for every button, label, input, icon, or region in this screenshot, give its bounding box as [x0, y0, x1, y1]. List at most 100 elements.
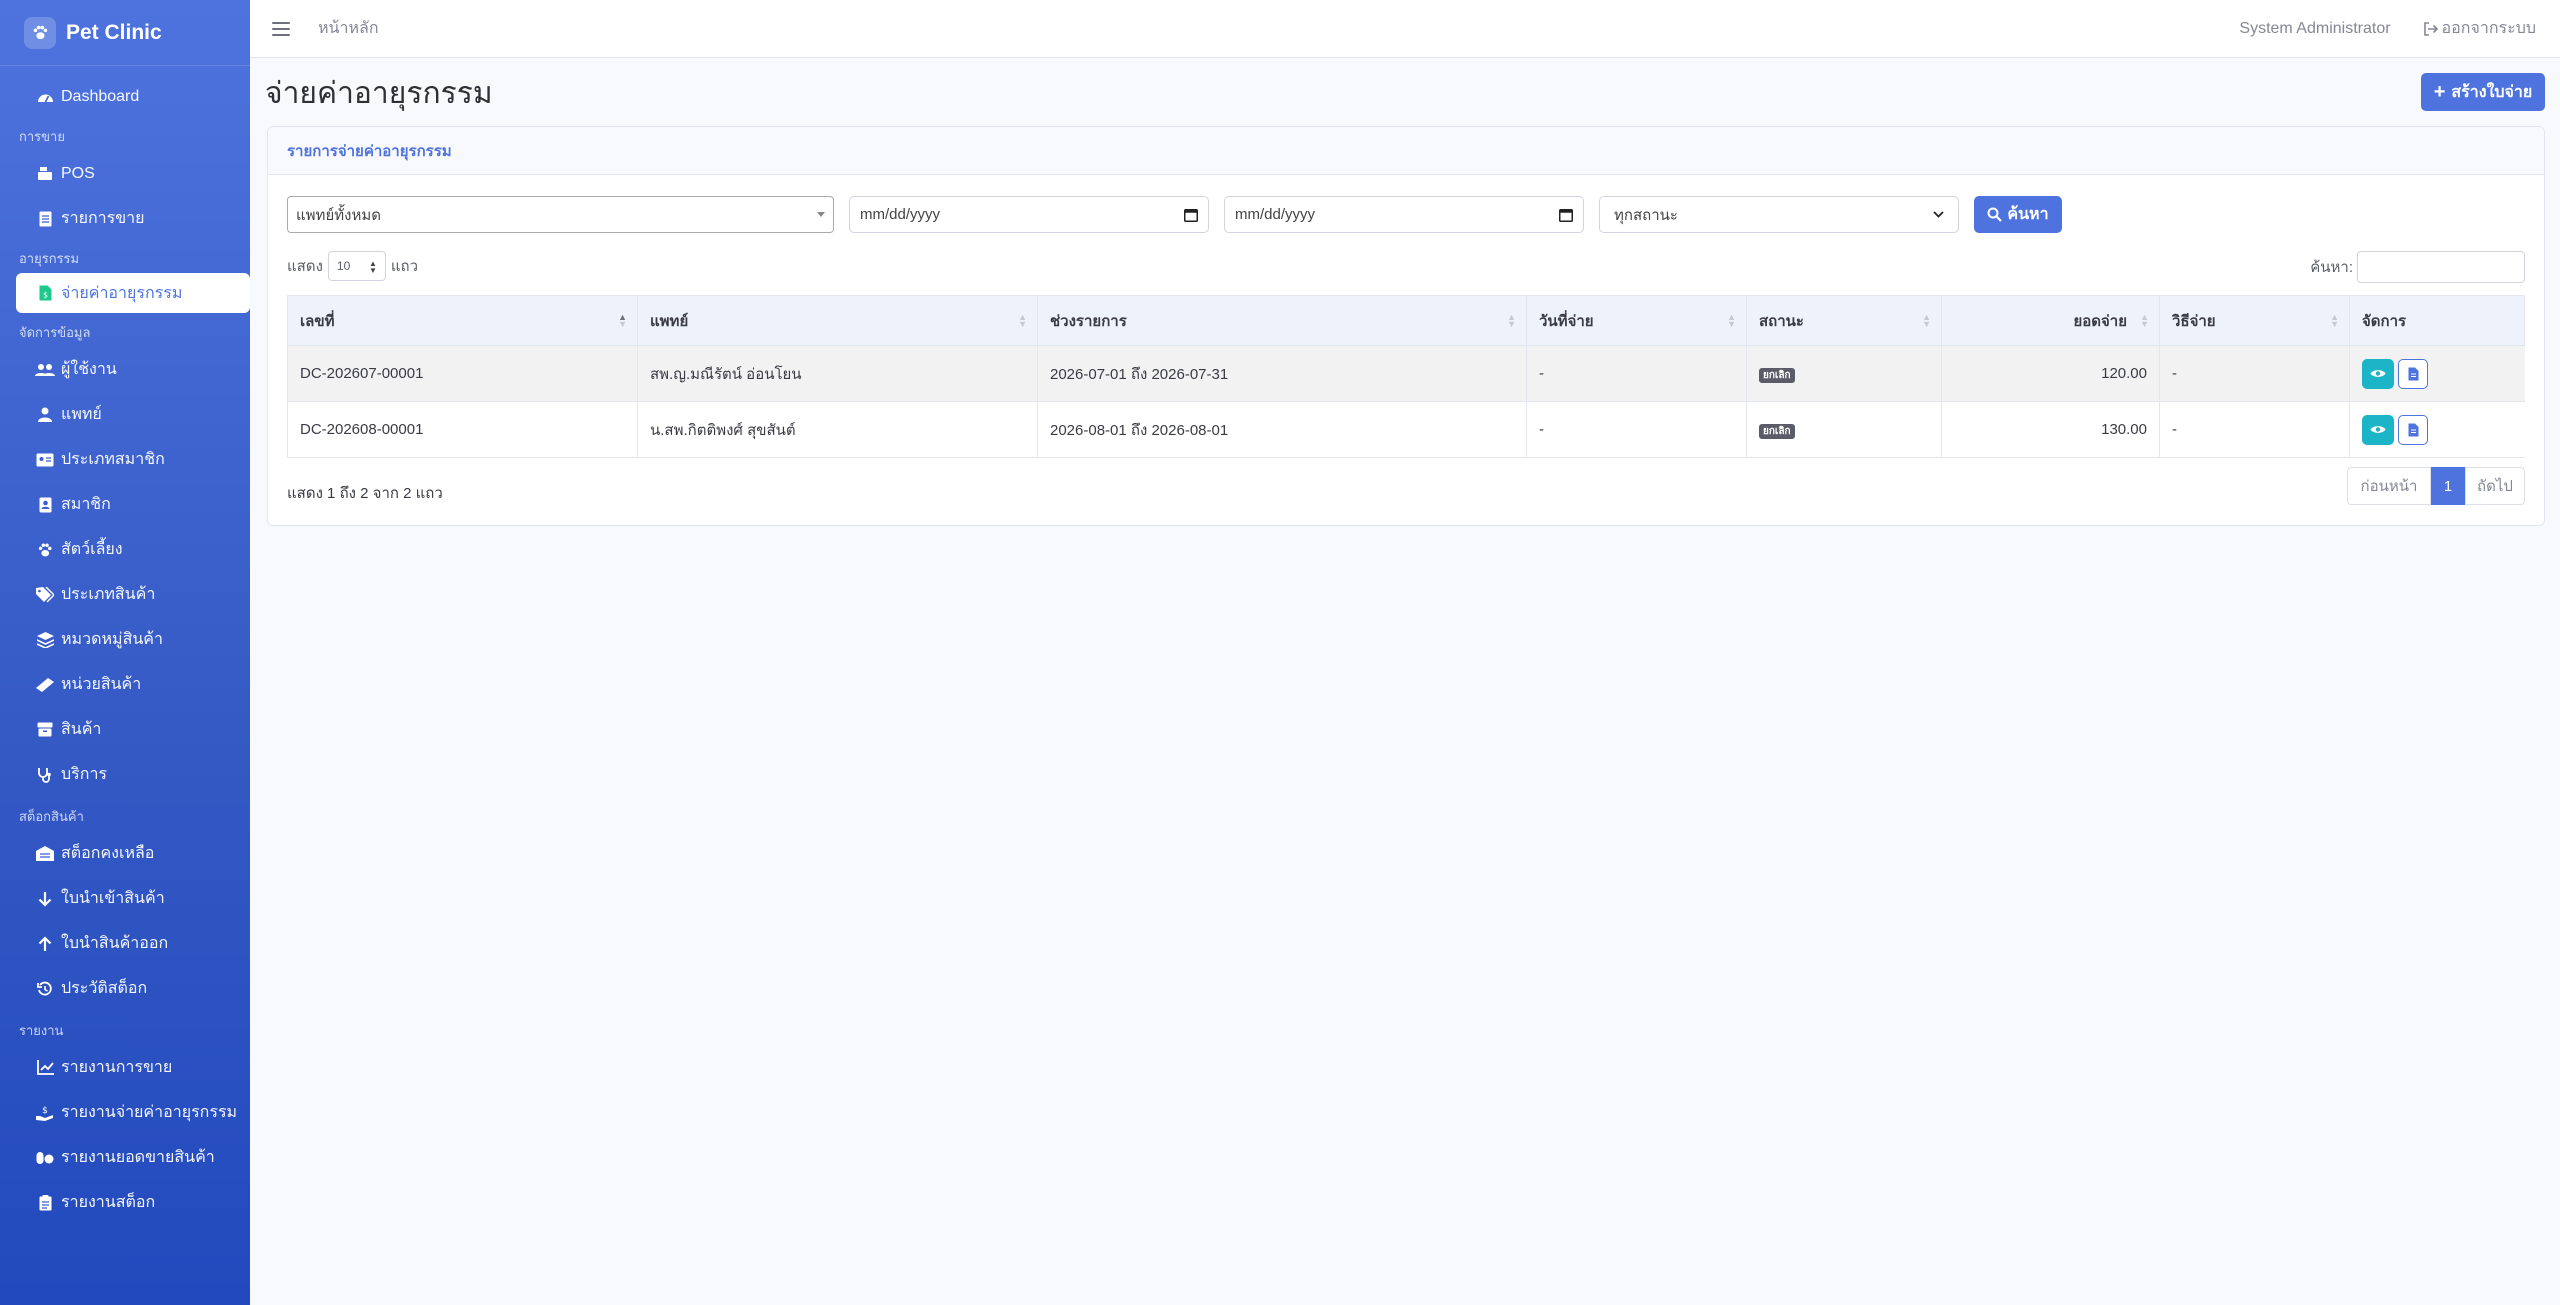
- sidebar-item-label: ประเภทสินค้า: [61, 586, 156, 603]
- brand-title: Pet Clinic: [66, 20, 162, 44]
- cell-actions: [2349, 401, 2525, 458]
- sidebar-item-report-medicine-pay[interactable]: $ รายงานจ่ายค่าอายุรกรรม: [0, 1090, 250, 1135]
- page-length-select[interactable]: 10 ▲ ▼: [327, 251, 386, 281]
- cell-period: 2026-07-01 ถึง 2026-07-31: [1037, 345, 1527, 402]
- file-pdf-icon: [2408, 423, 2418, 436]
- sort-icon: ▲ ▼: [1507, 312, 1516, 329]
- sidebar-item-label: สต็อกคงเหลือ: [61, 845, 155, 862]
- pdf-button[interactable]: [2398, 414, 2428, 445]
- view-button[interactable]: [2362, 358, 2394, 389]
- status-badge: ยกเลิก: [1759, 367, 1795, 383]
- cell-doctor: น.สพ.กิตติพงศ์ สุขสันต์: [637, 401, 1038, 458]
- search-button[interactable]: ค้นหา: [1974, 196, 2062, 233]
- col-header-doctor[interactable]: แพทย์ ▲ ▼: [637, 295, 1038, 346]
- payments-card: รายการจ่ายค่าอายุรกรรม แพทย์ทั้งหมด mm/d…: [267, 126, 2545, 526]
- sidebar-item-services[interactable]: บริการ: [0, 752, 250, 797]
- sidebar: Pet Clinic Dashboard การขาย POS รายการขา…: [0, 0, 250, 1305]
- arrow-up-icon: [35, 934, 55, 954]
- table-search-input[interactable]: [2357, 251, 2525, 283]
- sidebar-item-users[interactable]: ผู้ใช้งาน: [0, 347, 250, 392]
- receipt-icon: [35, 209, 55, 229]
- doctor-select[interactable]: แพทย์ทั้งหมด: [287, 196, 834, 233]
- sort-icon: ▲ ▼: [1922, 312, 1931, 329]
- status-select[interactable]: ทุกสถานะ: [1599, 196, 1959, 233]
- date-to-input[interactable]: mm/dd/yyyy: [1224, 196, 1584, 233]
- prev-page-button[interactable]: ก่อนหน้า: [2347, 467, 2431, 505]
- sidebar-item-stock-in[interactable]: ใบนำเข้าสินค้า: [0, 876, 250, 921]
- date-from-placeholder: mm/dd/yyyy: [860, 206, 941, 223]
- cell-paid-date: -: [1526, 401, 1747, 458]
- sidebar-item-label: รายงานจ่ายค่าอายุรกรรม: [61, 1104, 238, 1121]
- date-from-input[interactable]: mm/dd/yyyy: [849, 196, 1209, 233]
- cell-status: ยกเลิก: [1746, 345, 1942, 402]
- logout-label: ออกจากระบบ: [2441, 20, 2536, 37]
- doctor-select-value: แพทย์ทั้งหมด: [296, 206, 381, 224]
- length-suffix: แถว: [390, 258, 419, 275]
- sidebar-item-doctors[interactable]: แพทย์: [0, 392, 250, 437]
- pdf-button[interactable]: [2398, 358, 2428, 389]
- sidebar-item-pets[interactable]: สัตว์เลี้ยง: [0, 527, 250, 572]
- create-button-label: สร้างใบจ่าย: [2451, 83, 2533, 101]
- page-1-button[interactable]: 1: [2431, 467, 2465, 505]
- sidebar-item-member-types[interactable]: ประเภทสมาชิก: [0, 437, 250, 482]
- box-icon: [35, 720, 55, 740]
- view-button[interactable]: [2362, 414, 2394, 445]
- sidebar-item-report-stock[interactable]: รายงานสต็อก: [0, 1180, 250, 1225]
- status-select-value: ทุกสถานะ: [1614, 206, 1678, 224]
- home-link[interactable]: หน้าหลัก: [318, 16, 379, 41]
- sidebar-item-dashboard[interactable]: Dashboard: [0, 74, 250, 119]
- layer-group-icon: [35, 630, 55, 650]
- col-header-no[interactable]: เลขที่ ▲ ▼: [287, 295, 638, 346]
- col-header-period[interactable]: ช่วงรายการ ▲ ▼: [1037, 295, 1527, 346]
- card-title: รายการจ่ายค่าอายุรกรรม: [268, 127, 2544, 175]
- file-invoice-dollar-icon: $: [35, 283, 55, 303]
- search-button-label: ค้นหา: [2007, 206, 2049, 223]
- logout-button[interactable]: ออกจากระบบ: [2423, 16, 2536, 41]
- menu-toggle-icon[interactable]: [272, 21, 290, 36]
- sidebar-item-label: ผู้ใช้งาน: [61, 361, 117, 378]
- sidebar-item-product-units[interactable]: หน่วยสินค้า: [0, 662, 250, 707]
- sidebar-item-products[interactable]: สินค้า: [0, 707, 250, 752]
- col-header-actions: จัดการ: [2349, 295, 2525, 346]
- col-header-paid-date[interactable]: วันที่จ่าย ▲ ▼: [1526, 295, 1747, 346]
- page-length-value: 10: [336, 259, 351, 273]
- create-payment-button[interactable]: + สร้างใบจ่าย: [2421, 73, 2545, 111]
- warehouse-icon: [35, 844, 55, 864]
- sidebar-item-members[interactable]: สมาชิก: [0, 482, 250, 527]
- pagination: ก่อนหน้า 1 ถัดไป: [2347, 467, 2525, 505]
- sidebar-item-pos[interactable]: POS: [0, 151, 250, 196]
- sidebar-item-report-sales[interactable]: รายงานการขาย: [0, 1045, 250, 1090]
- col-header-method[interactable]: วิธีจ่าย ▲ ▼: [2159, 295, 2350, 346]
- sidebar-item-report-product-sales[interactable]: รายงานยอดขายสินค้า: [0, 1135, 250, 1180]
- sidebar-item-sales-list[interactable]: รายการขาย: [0, 196, 250, 241]
- svg-text:$: $: [42, 1106, 48, 1116]
- sidebar-item-stock-balance[interactable]: สต็อกคงเหลือ: [0, 831, 250, 876]
- nav-heading-medicine: อายุรกรรม: [19, 251, 80, 266]
- history-icon: [35, 979, 55, 999]
- paw-icon: [24, 16, 56, 49]
- sort-icon: ▲ ▼: [618, 312, 627, 329]
- user-name[interactable]: System Administrator: [2239, 20, 2390, 38]
- sidebar-item-product-categories[interactable]: หมวดหมู่สินค้า: [0, 617, 250, 662]
- cell-no: DC-202608-00001: [287, 401, 638, 458]
- sidebar-item-product-types[interactable]: ประเภทสินค้า: [0, 572, 250, 617]
- sidebar-item-label: ใบนำสินค้าออก: [61, 935, 169, 952]
- sidebar-item-label: รายงานสต็อก: [61, 1194, 156, 1211]
- sidebar-item-medicine-pay[interactable]: $ จ่ายค่าอายุรกรรม: [16, 273, 250, 313]
- sidebar-item-stock-history[interactable]: ประวัติสต็อก: [0, 966, 250, 1011]
- tags-icon: [35, 585, 55, 605]
- sidebar-item-label: หน่วยสินค้า: [61, 676, 142, 693]
- nav-heading-report: รายงาน: [19, 1023, 64, 1038]
- brand[interactable]: Pet Clinic: [0, 0, 250, 66]
- nav-heading-sales: การขาย: [19, 129, 65, 144]
- clipboard-list-icon: [35, 1193, 55, 1213]
- col-header-status[interactable]: สถานะ ▲ ▼: [1746, 295, 1942, 346]
- paw-icon: [35, 540, 55, 560]
- next-page-button[interactable]: ถัดไป: [2465, 467, 2525, 505]
- cell-doctor: สพ.ญ.มณีรัตน์ อ่อนโยน: [637, 345, 1038, 402]
- table-header-row: เลขที่ ▲ ▼ แพทย์ ▲ ▼ ช่วงรายการ ▲ ▼ วันที่จ่าย…: [287, 295, 2525, 346]
- sidebar-item-label: หมวดหมู่สินค้า: [61, 631, 163, 648]
- sidebar-item-stock-out[interactable]: ใบนำสินค้าออก: [0, 921, 250, 966]
- col-header-amount[interactable]: ยอดจ่าย ▲ ▼: [1941, 295, 2160, 346]
- svg-text:$: $: [42, 291, 47, 300]
